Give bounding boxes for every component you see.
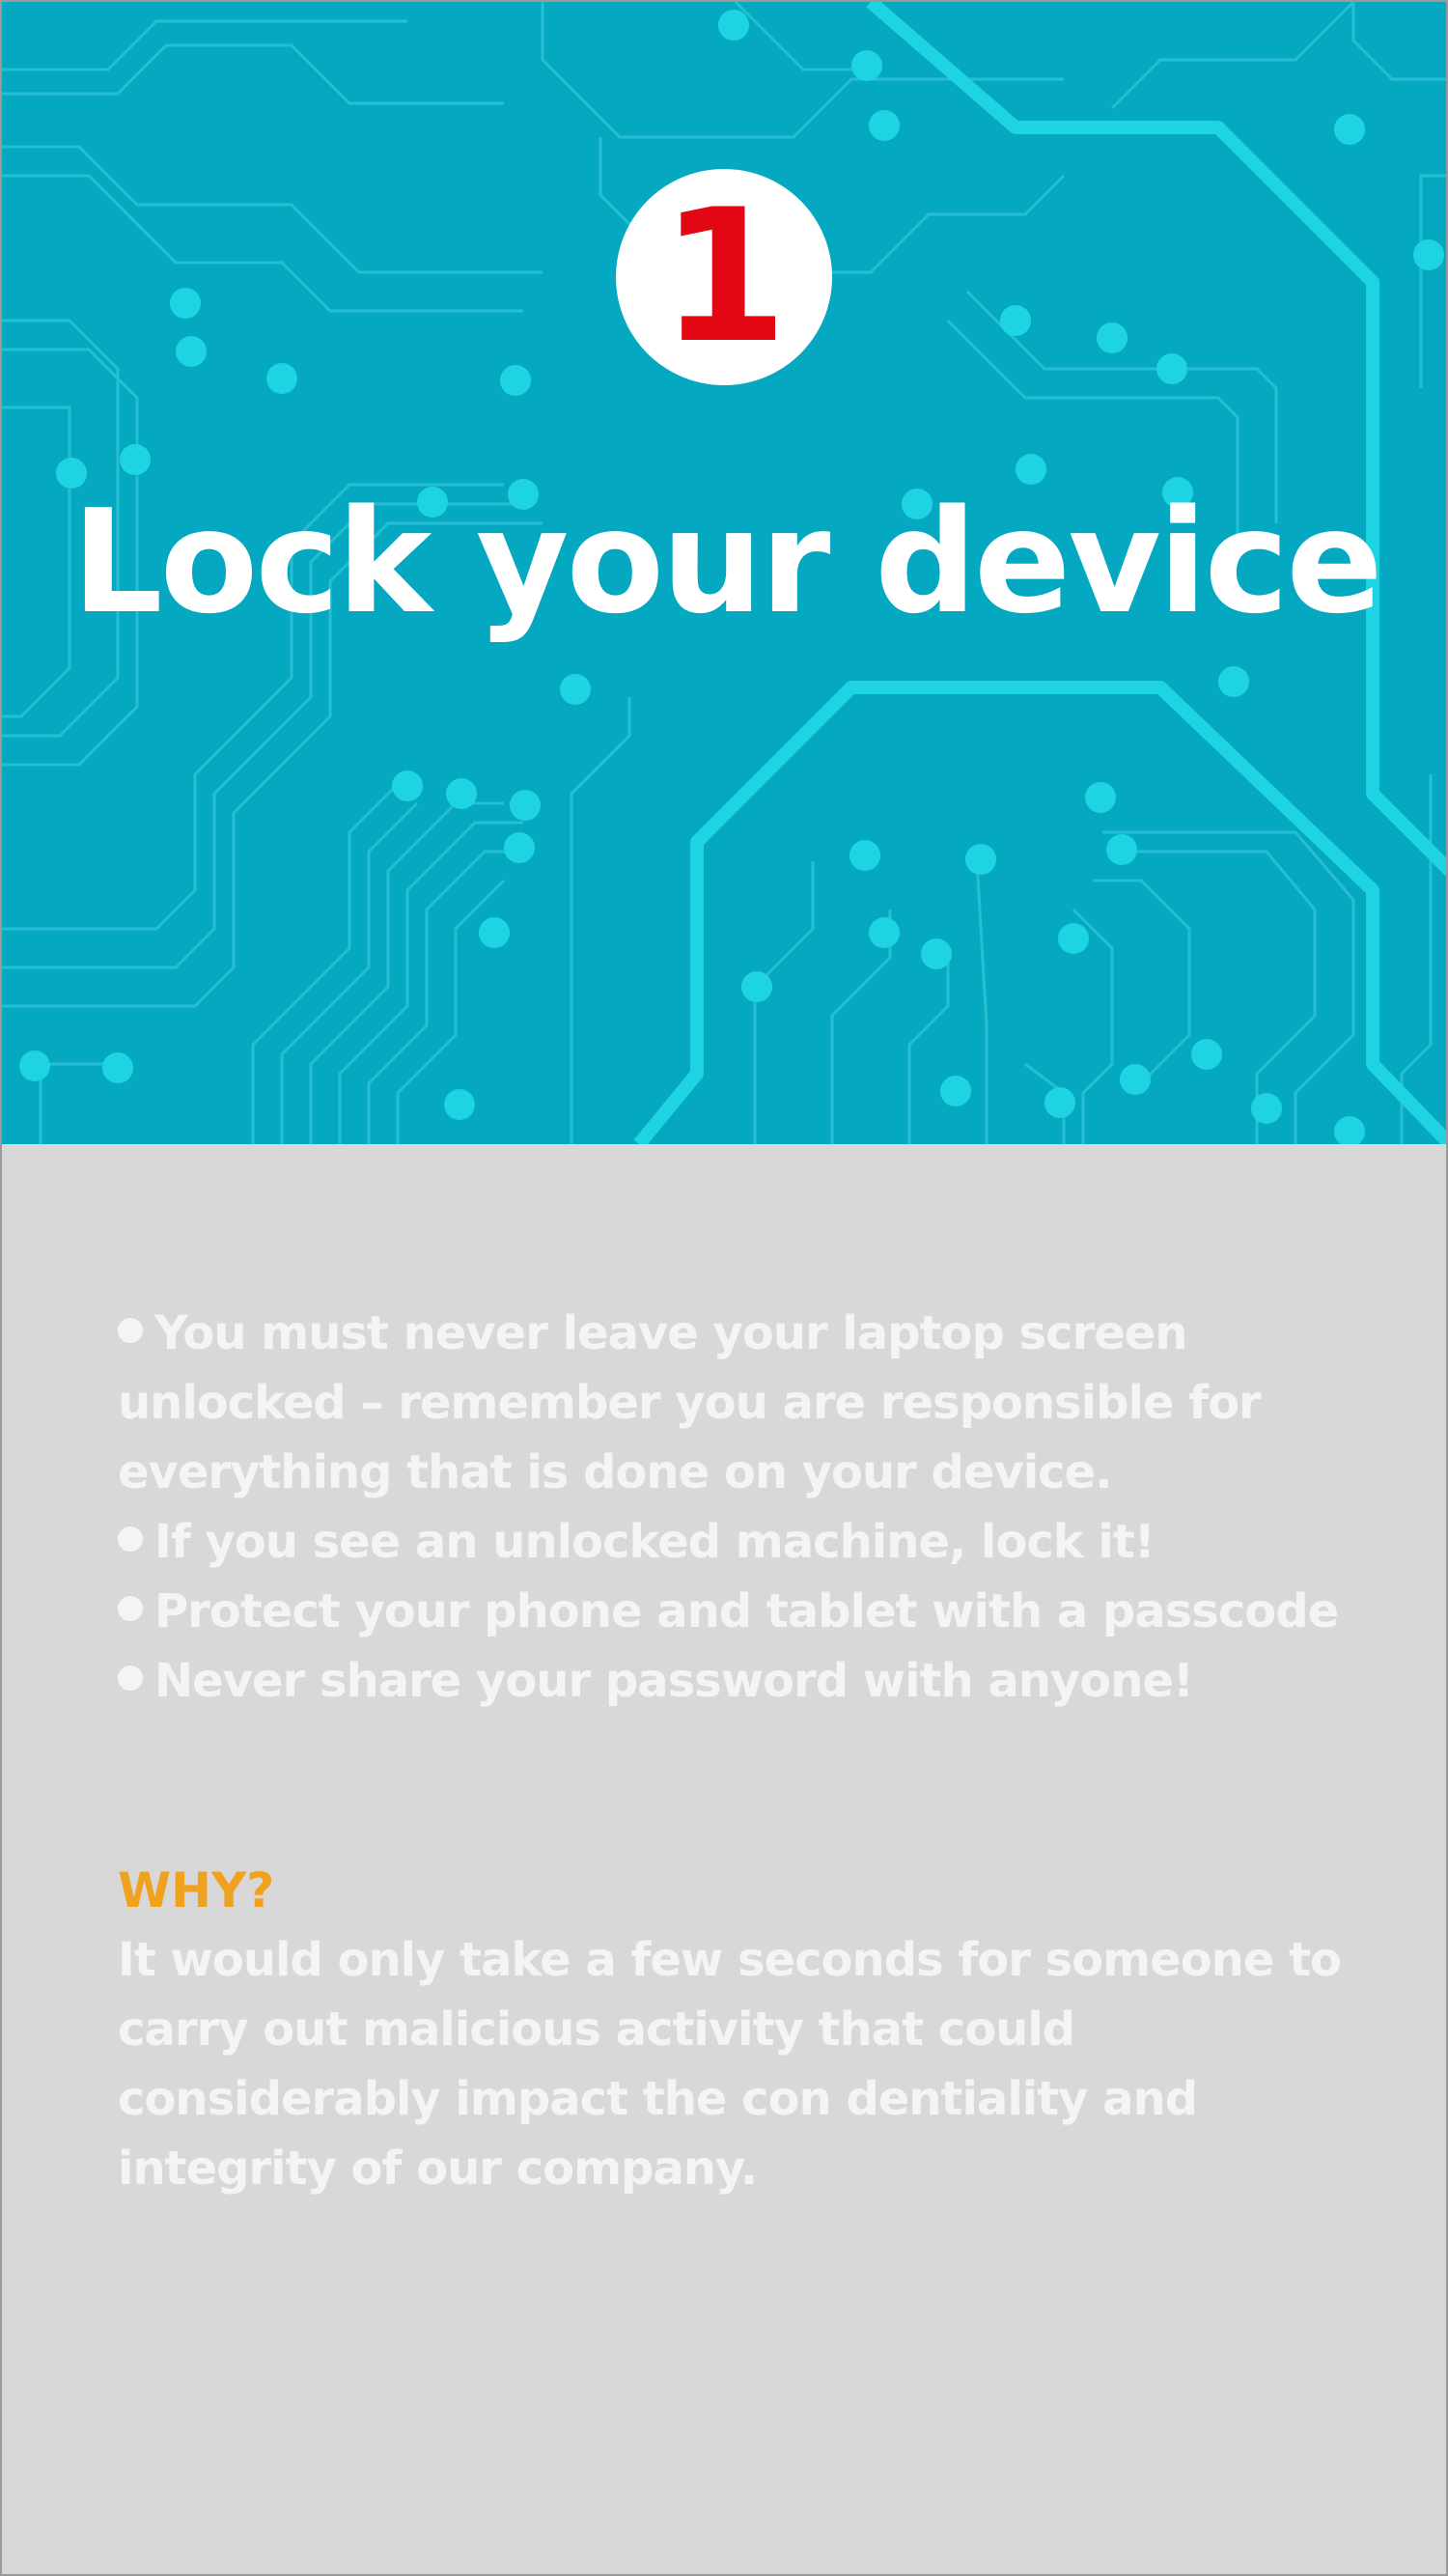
list-item-text: unlocked – remember you are responsible …	[118, 1376, 1262, 1430]
list-item: If you see an unlocked machine, lock it!	[118, 1507, 1344, 1577]
bullet-dot-icon	[118, 1666, 143, 1691]
list-item-text: everything that is done on your device.	[118, 1445, 1112, 1499]
guidance-list: You must never leave your laptop screen …	[118, 1299, 1344, 1716]
guidance-section: You must never leave your laptop screen …	[118, 1299, 1344, 1716]
list-item-text: Never share your password with anyone!	[154, 1654, 1194, 1708]
hero-banner: 1 Lock your device	[2, 2, 1446, 1144]
bullet-dot-icon	[118, 1526, 143, 1552]
why-text-line: considerably impact the con dentiality a…	[118, 2072, 1198, 2126]
list-item-continuation: everything that is done on your device.	[118, 1438, 1344, 1507]
list-item-continuation: unlocked – remember you are responsible …	[118, 1368, 1344, 1438]
list-item: Protect your phone and tablet with a pas…	[118, 1577, 1344, 1646]
why-heading: WHY?	[118, 1862, 275, 1918]
step-number: 1	[659, 170, 789, 383]
list-item: Never share your password with anyone!	[118, 1646, 1344, 1716]
poster-page: 1 Lock your device You must never leave …	[0, 0, 1448, 2576]
page-title: Lock your device	[71, 479, 1382, 645]
list-item-text: You must never leave your laptop screen	[154, 1306, 1188, 1360]
why-text-line: It would only take a few seconds for som…	[118, 1933, 1342, 1987]
why-explanation: It would only take a few seconds for som…	[118, 1925, 1344, 2203]
bullet-dot-icon	[118, 1596, 143, 1621]
why-text-line: carry out malicious activity that could	[118, 2002, 1075, 2057]
bullet-dot-icon	[118, 1318, 143, 1343]
step-number-badge: 1	[616, 169, 832, 385]
list-item-text: If you see an unlocked machine, lock it!	[154, 1515, 1156, 1569]
list-item-text: Protect your phone and tablet with a pas…	[154, 1584, 1339, 1638]
list-item: You must never leave your laptop screen	[118, 1299, 1344, 1368]
why-text-line: integrity of our company.	[118, 2142, 758, 2196]
